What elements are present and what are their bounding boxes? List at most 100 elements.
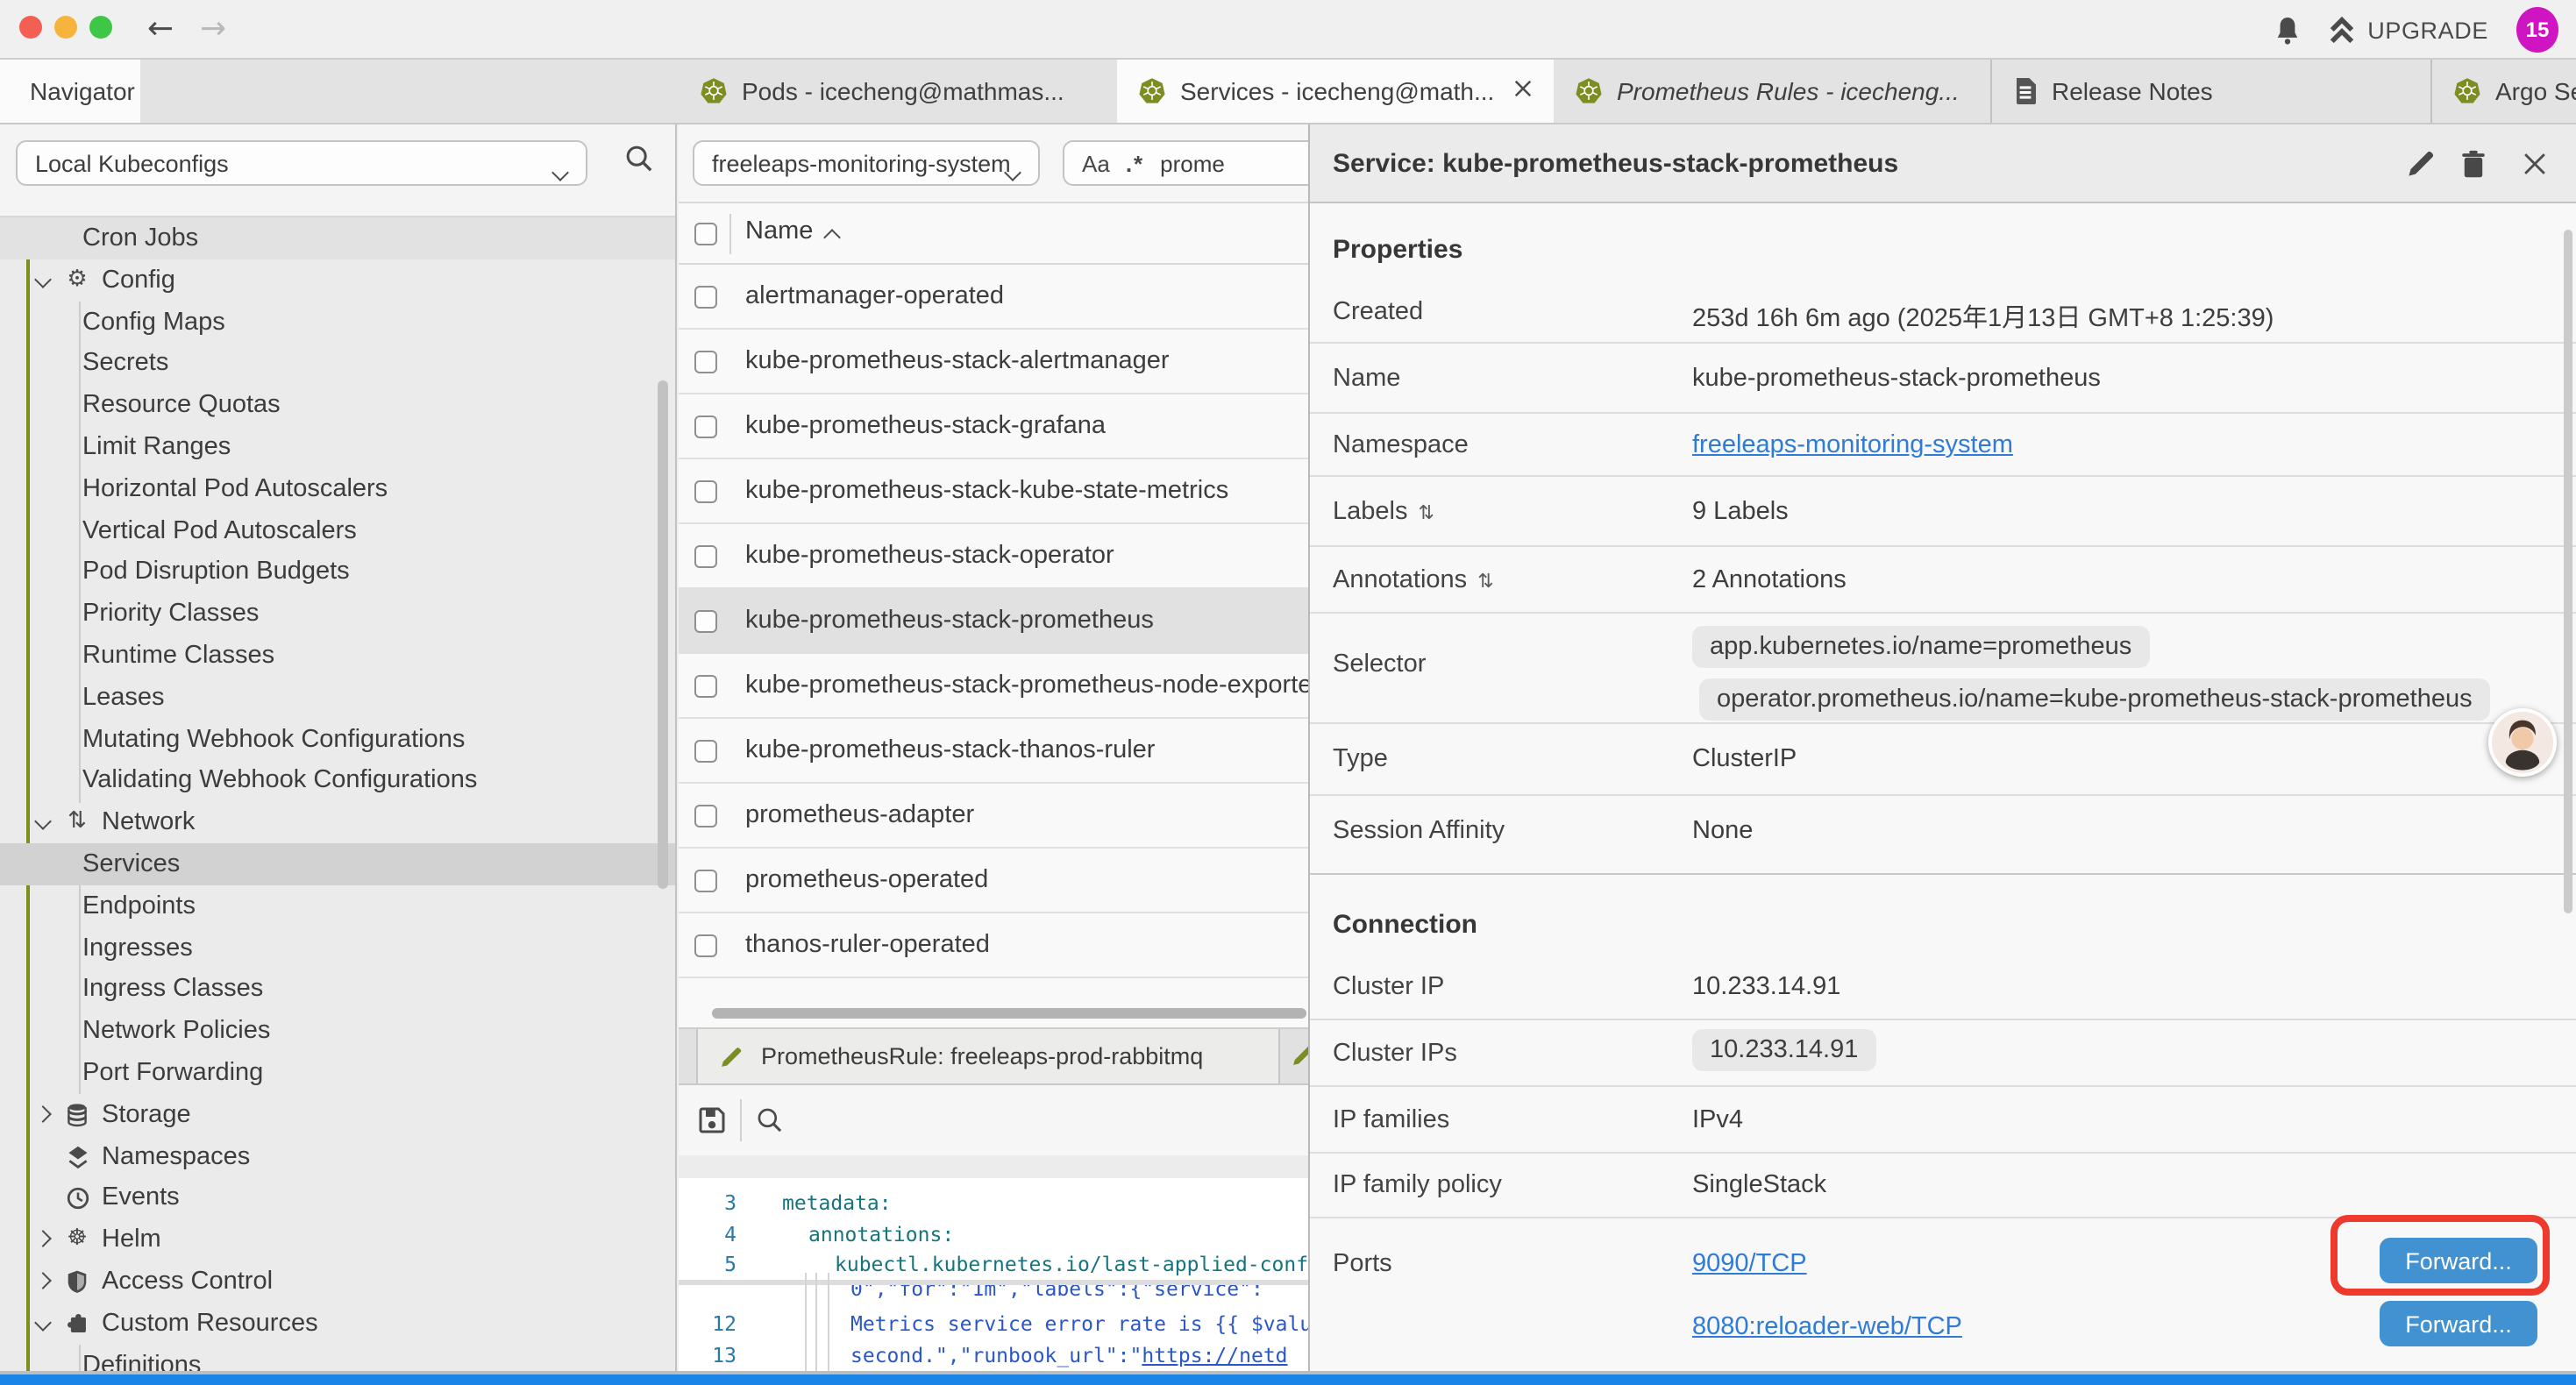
sidebar-item-helm[interactable]: ☸ Helm (0, 1218, 677, 1261)
tab-prometheus-rules[interactable]: Prometheus Rules - icecheng... (1554, 60, 1992, 123)
yaml-editor[interactable]: 3 metadata: 4 annotations: 5 kubectl.kub… (679, 1155, 1308, 1385)
chevron-right-icon[interactable] (33, 1104, 54, 1126)
sidebar-item-horizontal-pod-autoscalers[interactable]: Horizontal Pod Autoscalers (0, 468, 677, 510)
avatar[interactable] (2488, 708, 2557, 777)
edit-pencil-icon[interactable] (1291, 1043, 1308, 1068)
namespace-link[interactable]: freeleaps-monitoring-system (1692, 431, 2013, 459)
property-row-annotations: Annotations⇅ 2 Annotations (1310, 547, 2576, 614)
table-row[interactable]: thanos-ruler-operated (679, 913, 1308, 978)
close-window-button[interactable] (19, 16, 42, 39)
port-8080-link[interactable]: 8080:reloader-web/TCP (1692, 1313, 1962, 1341)
sidebar-item-pod-disruption-budgets[interactable]: Pod Disruption Budgets (0, 550, 677, 593)
delete-trash-icon[interactable] (2460, 149, 2487, 179)
row-checkbox[interactable] (694, 609, 717, 632)
sort-ascending-icon[interactable] (823, 229, 841, 246)
minimize-window-button[interactable] (54, 16, 77, 39)
row-checkbox[interactable] (694, 934, 717, 956)
expand-collapse-icon[interactable]: ⇅ (1418, 501, 1434, 523)
sidebar-item-services[interactable]: Services (0, 843, 677, 885)
table-row-selected[interactable]: kube-prometheus-stack-prometheus (679, 589, 1308, 654)
forward-port-8080-button[interactable]: Forward... (2380, 1301, 2537, 1346)
sidebar-item-storage[interactable]: Storage (0, 1094, 677, 1136)
row-checkbox[interactable] (694, 350, 717, 373)
close-tab-icon[interactable] (1513, 79, 1533, 98)
port-9090-link[interactable]: 9090/TCP (1692, 1250, 1807, 1278)
tab-release-notes[interactable]: Release Notes (1992, 60, 2432, 123)
table-row[interactable]: kube-prometheus-stack-alertmanager (679, 330, 1308, 394)
table-row[interactable]: kube-prometheus-stack-grafana (679, 394, 1308, 459)
tab-navigator[interactable]: Navigator (0, 60, 140, 123)
sidebar-item-mutating-webhook-configurations[interactable]: Mutating Webhook Configurations (0, 719, 677, 761)
editor-tab-prometheusrule[interactable]: PrometheusRule: freeleaps-prod-rabbitmq (696, 1029, 1280, 1083)
sidebar-item-ingresses[interactable]: Ingresses (0, 927, 677, 970)
row-checkbox[interactable] (694, 739, 717, 762)
sidebar-item-secrets[interactable]: Secrets (0, 342, 677, 384)
upgrade-button[interactable]: UPGRADE (2329, 15, 2488, 45)
row-checkbox[interactable] (694, 869, 717, 891)
chevron-right-icon[interactable] (33, 1229, 54, 1250)
kubeconfig-select[interactable]: Local Kubeconfigs (16, 140, 587, 186)
table-row[interactable]: kube-prometheus-stack-operator (679, 524, 1308, 589)
close-panel-icon[interactable] (2523, 153, 2546, 175)
chevron-down-icon[interactable] (33, 812, 54, 833)
find-in-editor-icon[interactable] (756, 1106, 784, 1134)
table-row[interactable]: kube-prometheus-stack-kube-state-metrics (679, 459, 1308, 524)
tab-argo[interactable]: Argo Se (2432, 60, 2576, 123)
sidebar-item-network-policies[interactable]: Network Policies (0, 1010, 677, 1052)
sidebar-item-runtime-classes[interactable]: Runtime Classes (0, 635, 677, 677)
table-row[interactable]: prometheus-operated (679, 849, 1308, 913)
sidebar-item-endpoints[interactable]: Endpoints (0, 885, 677, 927)
sidebar-item-resource-quotas[interactable]: Resource Quotas (0, 384, 677, 426)
sidebar-item-network[interactable]: ⇅ Network (0, 801, 677, 843)
horizontal-scrollbar[interactable] (712, 1008, 1306, 1019)
tab-services[interactable]: Services - icecheng@math... (1117, 60, 1554, 123)
sidebar-item-limit-ranges[interactable]: Limit Ranges (0, 426, 677, 468)
name-column-header[interactable]: Name (745, 217, 813, 245)
back-arrow-icon[interactable]: ← (147, 5, 174, 54)
sidebar-scrollbar[interactable] (658, 380, 668, 889)
table-search-input[interactable]: Aa .* prome (1063, 140, 1308, 186)
sidebar-item-namespaces[interactable]: Namespaces (0, 1136, 677, 1178)
bell-icon[interactable] (2274, 15, 2301, 45)
expand-collapse-icon[interactable]: ⇅ (1477, 569, 1493, 592)
row-checkbox[interactable] (694, 804, 717, 827)
maximize-window-button[interactable] (89, 16, 112, 39)
sidebar-item-custom-resources[interactable]: Custom Resources (0, 1303, 677, 1345)
sidebar-item-leases[interactable]: Leases (0, 677, 677, 719)
sidebar-item-cron-jobs[interactable]: Cron Jobs (0, 217, 677, 259)
sidebar-item-validating-webhook-configurations[interactable]: Validating Webhook Configurations (0, 759, 677, 801)
match-case-icon[interactable]: Aa (1082, 150, 1110, 176)
row-checkbox[interactable] (694, 415, 717, 437)
table-row[interactable]: kube-prometheus-stack-prometheus-node-ex… (679, 654, 1308, 719)
search-icon[interactable] (624, 144, 654, 174)
forward-arrow-icon[interactable]: → (200, 5, 226, 54)
regex-icon[interactable]: .* (1126, 150, 1144, 176)
row-checkbox[interactable] (694, 674, 717, 697)
notification-count-badge[interactable]: 15 (2516, 7, 2558, 53)
sidebar-item-vertical-pod-autoscalers[interactable]: Vertical Pod Autoscalers (0, 510, 677, 552)
save-icon[interactable] (698, 1106, 726, 1134)
sidebar-item-access-control[interactable]: Access Control (0, 1261, 677, 1303)
sidebar-item-port-forwarding[interactable]: Port Forwarding (0, 1052, 677, 1094)
chevron-down-icon[interactable] (33, 1313, 54, 1334)
edit-pencil-icon[interactable] (2406, 149, 2436, 179)
table-row[interactable]: alertmanager-operated (679, 265, 1308, 330)
select-all-checkbox[interactable] (694, 223, 717, 245)
chevron-down-icon (554, 158, 566, 184)
row-checkbox[interactable] (694, 544, 717, 567)
row-checkbox[interactable] (694, 285, 717, 308)
chevron-right-icon[interactable] (33, 1271, 54, 1292)
namespace-select[interactable]: freeleaps-monitoring-system (693, 140, 1040, 186)
table-row[interactable]: prometheus-adapter (679, 784, 1308, 849)
tab-pods[interactable]: Pods - icecheng@mathmas... (679, 60, 1117, 123)
sidebar-item-priority-classes[interactable]: Priority Classes (0, 593, 677, 635)
chevron-down-icon[interactable] (33, 270, 54, 291)
sidebar-item-events[interactable]: Events (0, 1176, 677, 1218)
details-scrollbar[interactable] (2564, 230, 2572, 913)
runbook-url-link[interactable]: https://netd (1142, 1343, 1287, 1367)
sidebar-item-config[interactable]: ⚙ Config (0, 259, 677, 302)
sidebar-item-config-maps[interactable]: Config Maps (0, 302, 677, 344)
row-checkbox[interactable] (694, 479, 717, 502)
sidebar-item-ingress-classes[interactable]: Ingress Classes (0, 968, 677, 1010)
table-row[interactable]: kube-prometheus-stack-thanos-ruler (679, 719, 1308, 784)
